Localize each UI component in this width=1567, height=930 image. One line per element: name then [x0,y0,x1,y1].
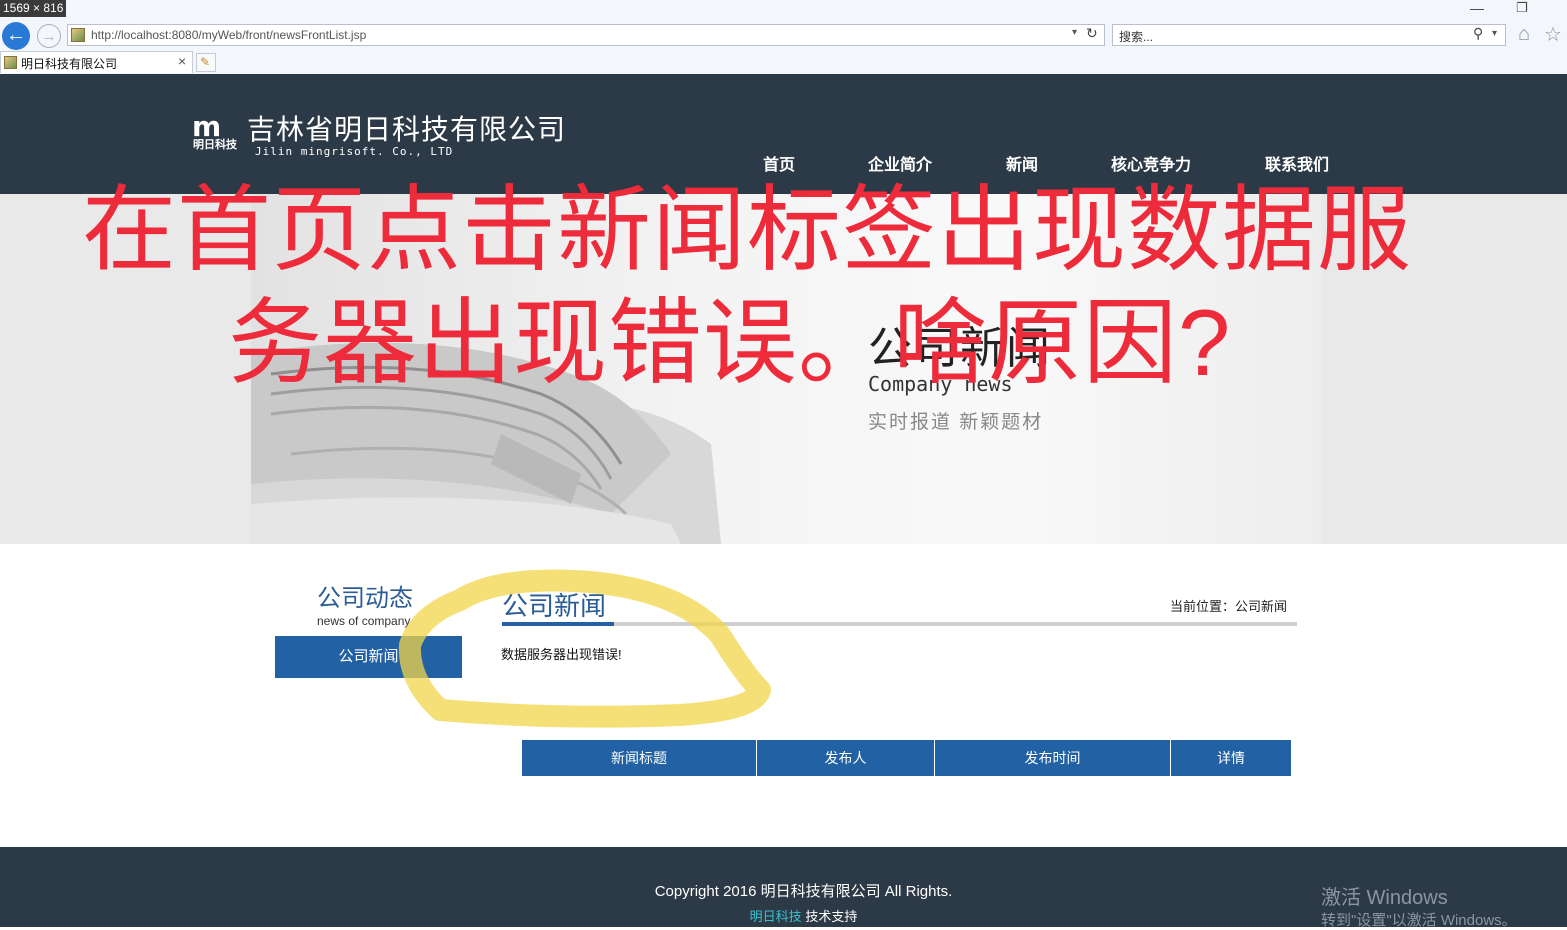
search-placeholder: 搜索... [1119,30,1154,44]
title-divider-accent [502,622,614,626]
breadcrumb: 当前位置：公司新闻 [1170,599,1288,614]
page-favicon [71,28,85,42]
company-name-en: Jilin mingrisoft. Co., LTD [255,145,454,158]
new-tab-button[interactable]: ✎ [196,53,216,72]
browser-tab[interactable]: 明日科技有限公司 × [0,51,193,73]
close-tab-icon[interactable]: × [178,53,186,69]
sidebar-title: 公司动态 [317,585,413,612]
column-header-author[interactable]: 发布人 [757,740,935,776]
search-input[interactable]: 搜索... ⚲ ▾ [1112,24,1506,46]
tab-favicon [4,56,17,69]
url-text[interactable]: http://localhost:8080/myWeb/front/newsFr… [91,27,366,43]
dropdown-icon[interactable]: ▾ [1072,27,1077,38]
support-text: 技术支持 [805,909,858,924]
sidebar-item-company-news[interactable]: 公司新闻 [275,636,462,678]
page-title: 公司新闻 [502,591,607,621]
minimize-icon[interactable]: — [1470,0,1484,16]
logo-text-small: 明日科技 [193,139,237,151]
windows-activation-title: 激活 Windows [1321,887,1448,909]
column-header-title[interactable]: 新闻标题 [522,740,757,776]
nav-about[interactable]: 企业简介 [868,151,932,175]
nav-contact[interactable]: 联系我们 [1265,151,1329,175]
browser-chrome: 1569 × 816 — ❐ ← → http://localhost:8080… [0,0,1567,75]
dimension-badge: 1569 × 816 [0,0,67,17]
company-name: 吉林省明日科技有限公司 [247,114,567,145]
company-logo[interactable]: m 明日科技 [192,110,240,151]
restore-icon[interactable]: ❐ [1516,0,1528,16]
sidebar-subtitle: news of company [317,614,411,628]
refresh-icon[interactable]: ↻ [1086,25,1098,42]
back-icon[interactable]: ← [2,22,30,50]
nav-home[interactable]: 首页 [763,151,795,175]
annotation-text-line-2: 务器出现错误。啥原因? [228,290,1232,395]
error-message: 数据服务器出现错误! [501,647,622,662]
annotation-text-line-1: 在首页点击新闻标签出现数据服 [82,177,1413,282]
nav-news[interactable]: 新闻 [1006,151,1038,175]
home-icon[interactable]: ⌂ [1518,23,1530,46]
address-bar[interactable]: http://localhost:8080/myWeb/front/newsFr… [67,24,1105,46]
forward-icon[interactable]: → [37,24,61,48]
column-header-date[interactable]: 发布时间 [935,740,1171,776]
banner-subtitle: 实时报道 新颖题材 [868,412,1044,433]
support-brand[interactable]: 明日科技 [750,909,802,924]
nav-competence[interactable]: 核心竞争力 [1111,151,1191,175]
site-header: m 明日科技 吉林省明日科技有限公司 Jilin mingrisoft. Co.… [0,74,1567,194]
site-footer: Copyright 2016 明日科技有限公司 All Rights. 明日科技… [0,847,1567,929]
title-divider [502,622,1297,626]
column-header-details[interactable]: 详情 [1171,740,1291,776]
new-tab-icon: ✎ [200,55,211,69]
search-dropdown-icon[interactable]: ▾ [1492,28,1497,39]
favorites-star-icon[interactable]: ☆ [1544,22,1562,47]
search-icon[interactable]: ⚲ [1473,25,1483,42]
news-table-header: 新闻标题 发布人 发布时间 详情 [522,740,1291,776]
tab-title: 明日科技有限公司 [21,57,118,71]
